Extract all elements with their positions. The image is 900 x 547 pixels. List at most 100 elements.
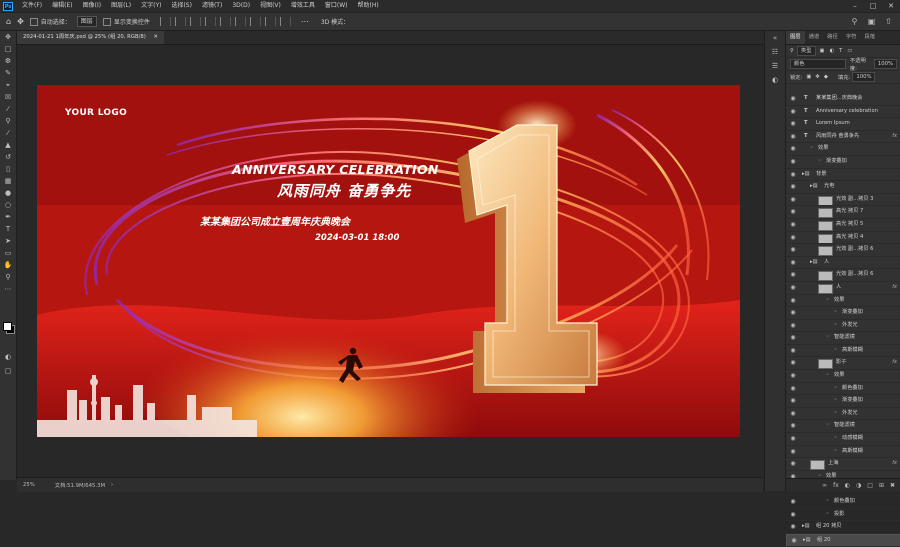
canvas-area[interactable]: YOUR LOGO ANNIVERSARY CELEBRATION 风雨同舟 奋…	[17, 45, 763, 477]
blend-mode-dropdown[interactable]: 颜色	[790, 59, 846, 69]
gradient-tool-icon[interactable]: ▦	[0, 175, 16, 187]
visibility-eye-icon[interactable]: ◉	[789, 395, 797, 407]
lasso-tool-icon[interactable]: ❆	[0, 55, 16, 67]
layer-row[interactable]: ◉ T Lorem Ipsum	[786, 118, 900, 131]
layer-row[interactable]: ◉ ◦ 智能滤镜	[786, 420, 900, 434]
menu-3d[interactable]: 3D(D)	[227, 0, 255, 12]
layer-row[interactable]: ◉ ◦ 效果	[786, 295, 900, 308]
path-select-icon[interactable]: ➤	[0, 235, 16, 247]
layer-row[interactable]: ◉ 人 fx	[786, 282, 900, 295]
home-icon[interactable]: ⌂	[6, 17, 11, 26]
layer-row[interactable]: ◉ ◦ 颜色叠加	[786, 496, 900, 509]
fx-badge-icon[interactable]: fx	[892, 282, 897, 294]
visibility-eye-icon[interactable]: ◉	[790, 535, 798, 547]
shape-tool-icon[interactable]: ▭	[0, 247, 16, 259]
layer-row[interactable]: ◉ T 某某集团...庆典晚会	[786, 93, 900, 106]
filter-kind-dropdown[interactable]: 类型	[796, 46, 816, 56]
maximize-icon[interactable]: □	[864, 0, 882, 12]
tab-paragraph[interactable]: 段落	[860, 31, 879, 44]
layer-row[interactable]: ◉ ◦ 动感模糊	[786, 433, 900, 446]
layer-row[interactable]: ◉ ◦ 外发光	[786, 320, 900, 333]
layer-row[interactable]: ◉ 高光 拷贝 4	[786, 232, 900, 245]
visibility-eye-icon[interactable]: ◉	[789, 496, 797, 508]
document-tab[interactable]: 2024-01-21 1周年庆.psd @ 25% (组 20, RGB/8) …	[17, 31, 164, 44]
layer-row[interactable]: ◉ ◦ 渐变叠加	[786, 307, 900, 320]
filter-pixel-icon[interactable]: ▣	[820, 48, 825, 54]
eyedropper-icon[interactable]: ⁄	[0, 103, 16, 115]
menu-layer[interactable]: 图层(L)	[106, 0, 136, 12]
history-icon[interactable]: ☷	[765, 45, 785, 59]
align-middle-icon[interactable]	[219, 17, 231, 26]
visibility-eye-icon[interactable]: ◉	[789, 408, 797, 420]
chevron-right-icon[interactable]: ›	[111, 482, 113, 488]
visibility-eye-icon[interactable]: ◉	[789, 131, 797, 143]
visibility-eye-icon[interactable]: ◉	[789, 244, 797, 256]
fx-badge-icon[interactable]: fx	[892, 458, 897, 470]
layer-row[interactable]: ◉ T 风雨同舟 奋勇争先 fx	[786, 131, 900, 144]
workspace-icon[interactable]: ▣	[866, 16, 877, 27]
layer-row[interactable]: ◉ ◦ 高斯模糊	[786, 446, 900, 459]
trash-icon[interactable]: ✖	[890, 482, 895, 489]
menu-edit[interactable]: 编辑(E)	[47, 0, 77, 12]
crop-tool-icon[interactable]: ⌖	[0, 79, 16, 91]
layer-row[interactable]: ◉ ▸▤ 组 20 拷贝	[786, 521, 900, 534]
lock-position-icon[interactable]: ✥	[815, 74, 819, 80]
visibility-eye-icon[interactable]: ◉	[789, 370, 797, 382]
visibility-eye-icon[interactable]: ◉	[789, 206, 797, 218]
auto-select-dropdown[interactable]: 图层	[76, 16, 97, 27]
dodge-tool-icon[interactable]: ○	[0, 199, 16, 211]
frame-tool-icon[interactable]: ☒	[0, 91, 16, 103]
new-layer-icon[interactable]: ⊞	[879, 482, 884, 489]
marquee-tool-icon[interactable]: □	[0, 43, 16, 55]
transform-checkbox[interactable]	[102, 17, 111, 26]
stamp-tool-icon[interactable]: ▲	[0, 139, 16, 151]
visibility-eye-icon[interactable]: ◉	[789, 320, 797, 332]
layer-row[interactable]: ◉ ◦ 智能滤镜	[786, 332, 900, 345]
align-right-icon[interactable]	[189, 17, 201, 26]
layer-row[interactable]: ◉ ◦ 效果	[786, 143, 900, 156]
link-icon[interactable]: ∞	[822, 482, 827, 489]
more-options-icon[interactable]: ⋯	[301, 17, 309, 26]
visibility-eye-icon[interactable]: ◉	[789, 509, 797, 521]
menu-type[interactable]: 文字(Y)	[136, 0, 166, 12]
visibility-eye-icon[interactable]: ◉	[789, 307, 797, 319]
align-bottom-icon[interactable]	[234, 17, 246, 26]
brush-tool-icon[interactable]: ⁄	[0, 127, 16, 139]
visibility-eye-icon[interactable]: ◉	[789, 93, 797, 105]
zoom-level[interactable]: 25%	[23, 482, 35, 488]
layer-row[interactable]: ◉ 光效 副...拷贝 6	[786, 244, 900, 257]
collapse-icon[interactable]: «	[765, 31, 785, 45]
layer-row[interactable]: ◉ ◦ 渐变叠加	[786, 156, 900, 169]
layer-row[interactable]: ◉ ◦ 高斯模糊	[786, 345, 900, 358]
adjustments-icon[interactable]: ◐	[765, 73, 785, 87]
visibility-eye-icon[interactable]: ◉	[789, 257, 797, 269]
visibility-eye-icon[interactable]: ◉	[789, 458, 797, 470]
layer-row[interactable]: ◉ ◦ 颜色叠加	[786, 383, 900, 396]
visibility-eye-icon[interactable]: ◉	[789, 446, 797, 458]
search-icon[interactable]: ⚲	[849, 16, 860, 27]
layer-row[interactable]: ◉ T Anniversary celebration	[786, 106, 900, 119]
menu-select[interactable]: 选择(S)	[166, 0, 197, 12]
doc-size[interactable]: 文档:51.9M/645.3M	[55, 481, 105, 489]
layer-row[interactable]: ◉ ▸▤ 光电	[786, 181, 900, 194]
visibility-eye-icon[interactable]: ◉	[789, 143, 797, 155]
layer-row[interactable]: ◉ ▸▤ 组 20	[786, 533, 900, 547]
tab-close-icon[interactable]: ✕	[154, 34, 158, 40]
visibility-eye-icon[interactable]: ◉	[789, 383, 797, 395]
visibility-eye-icon[interactable]: ◉	[789, 345, 797, 357]
hand-tool-icon[interactable]: ✋	[0, 259, 16, 271]
eraser-tool-icon[interactable]: ▯	[0, 163, 16, 175]
move-tool-icon[interactable]: ✥	[0, 31, 16, 43]
blur-tool-icon[interactable]: ●	[0, 187, 16, 199]
visibility-eye-icon[interactable]: ◉	[789, 219, 797, 231]
tab-channels[interactable]: 通道	[805, 31, 824, 44]
visibility-eye-icon[interactable]: ◉	[789, 106, 797, 118]
tab-layers[interactable]: 图层	[786, 31, 805, 44]
menu-file[interactable]: 文件(F)	[17, 0, 47, 12]
more-tools-icon[interactable]: ⋯	[0, 283, 16, 295]
filter-adjust-icon[interactable]: ◐	[830, 48, 835, 54]
lock-pixels-icon[interactable]: ▣	[806, 74, 811, 80]
pen-tool-icon[interactable]: ✒	[0, 211, 16, 223]
healing-brush-icon[interactable]: ⚲	[0, 115, 16, 127]
visibility-eye-icon[interactable]: ◉	[789, 194, 797, 206]
